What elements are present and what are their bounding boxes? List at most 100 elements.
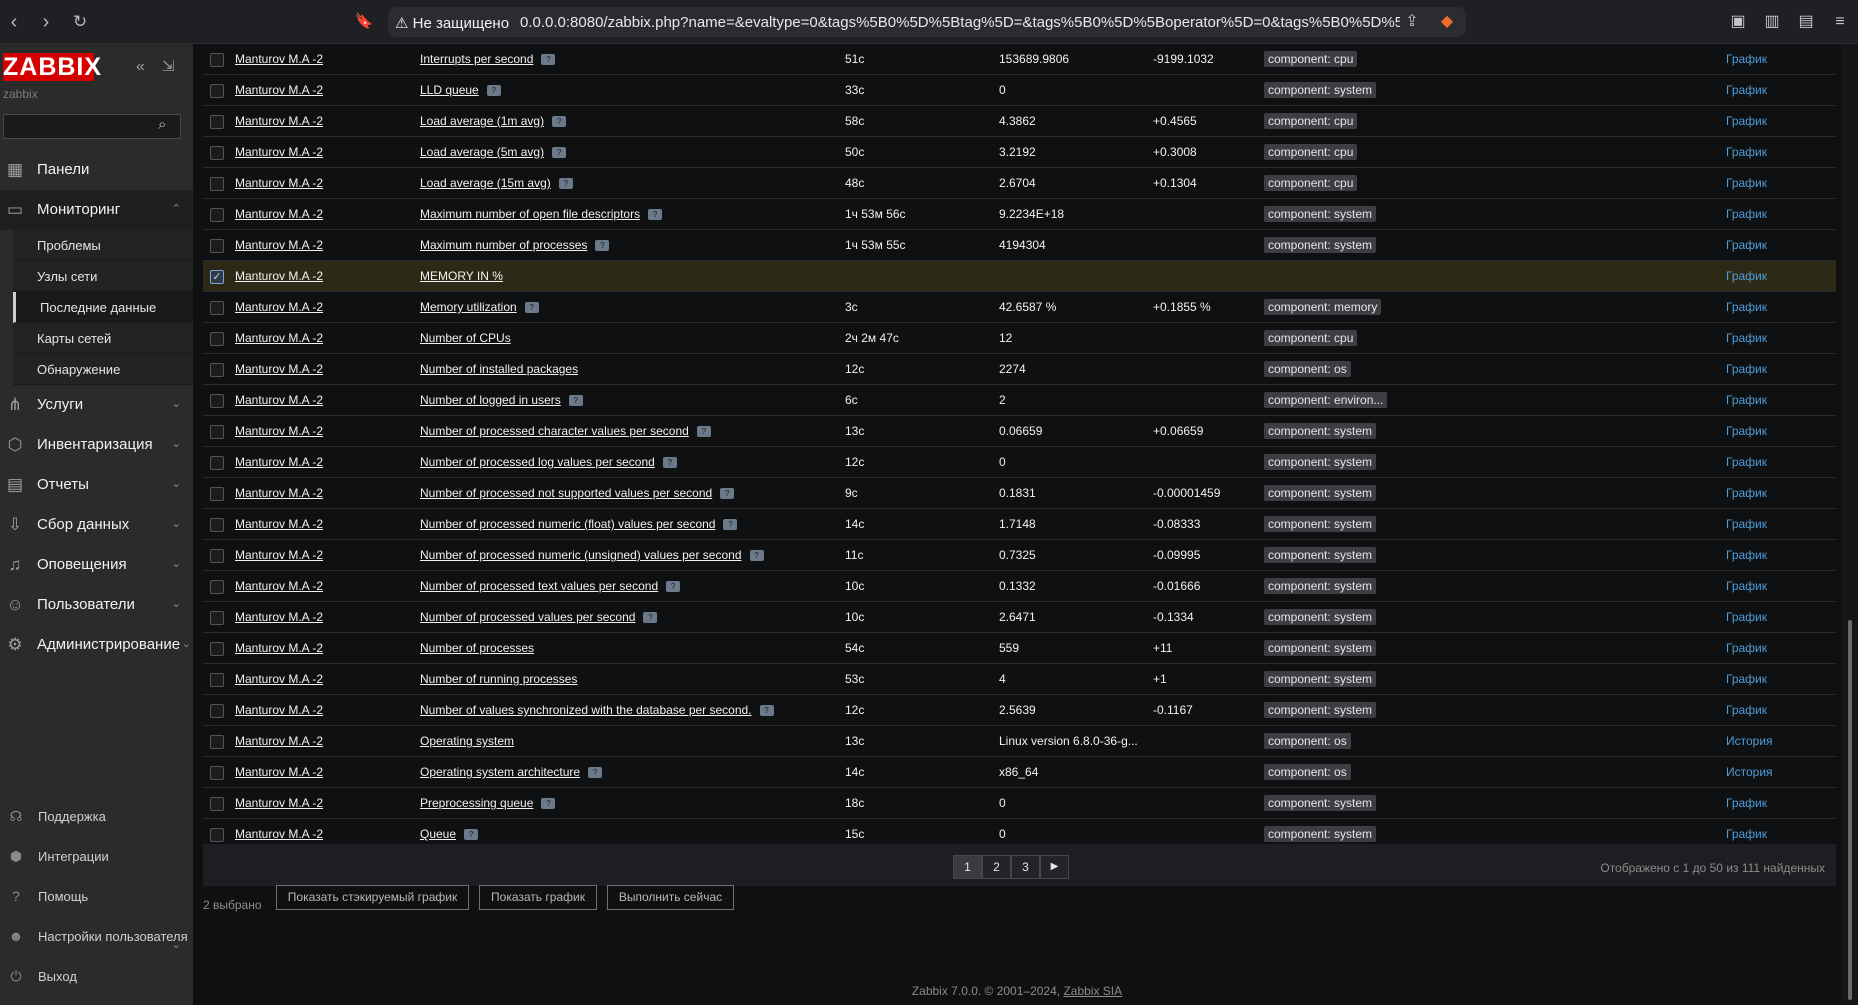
tag-badge[interactable]: component: system [1264, 206, 1377, 222]
host-link[interactable]: Manturov M.A -2 [235, 765, 323, 779]
row-checkbox[interactable] [210, 332, 224, 346]
host-link[interactable]: Manturov M.A -2 [235, 300, 323, 314]
item-name-link[interactable]: Number of processed log values per secon… [420, 455, 677, 469]
graph-link[interactable]: График [1726, 424, 1767, 438]
tag-badge[interactable]: component: system [1264, 702, 1377, 718]
graph-link[interactable]: График [1726, 517, 1767, 531]
help-icon[interactable]: ? [464, 829, 479, 840]
submenu-hosts[interactable]: Узлы сети [13, 261, 193, 292]
host-link[interactable]: Manturov M.A -2 [235, 362, 323, 376]
kiosk-mode-icon[interactable]: ⇲ [162, 57, 175, 75]
tag-badge[interactable]: component: system [1264, 609, 1377, 625]
graph-link[interactable]: График [1726, 114, 1767, 128]
item-name-link[interactable]: Number of processed numeric (unsigned) v… [420, 548, 764, 562]
item-name-link[interactable]: MEMORY IN % [420, 269, 503, 283]
help-icon[interactable]: ? [588, 767, 603, 778]
row-checkbox[interactable] [210, 239, 224, 253]
tag-badge[interactable]: component: system [1264, 547, 1377, 563]
wallet-icon[interactable]: ▤ [1796, 12, 1816, 32]
help-icon[interactable]: ? [541, 54, 556, 65]
graph-link[interactable]: График [1726, 176, 1767, 190]
submenu-latest-data[interactable]: Последние данные [13, 292, 193, 323]
tag-badge[interactable]: component: cpu [1264, 113, 1358, 129]
next-page-button[interactable]: ▶ [1040, 855, 1069, 879]
help-icon[interactable]: ? [749, 550, 764, 561]
graph-link[interactable]: График [1726, 486, 1767, 500]
help-icon[interactable]: ? [552, 147, 567, 158]
menu-monitoring[interactable]: ▭ Мониторинг ⌃ [0, 190, 193, 230]
tag-badge[interactable]: component: system [1264, 423, 1377, 439]
item-name-link[interactable]: Number of values synchronized with the d… [420, 703, 774, 717]
host-link[interactable]: Manturov M.A -2 [235, 796, 323, 810]
item-name-link[interactable]: Number of processed values per second? [420, 610, 658, 624]
zabbix-logo[interactable]: ZABBIX [3, 53, 101, 81]
bookmark-icon[interactable]: 🔖 [352, 10, 376, 34]
menu-alerts[interactable]: ♫ Оповещения ⌄ [0, 545, 193, 585]
item-name-link[interactable]: Queue? [420, 827, 479, 841]
tag-badge[interactable]: component: system [1264, 82, 1377, 98]
page-button-3[interactable]: 3 [1011, 855, 1040, 879]
item-name-link[interactable]: Number of processed text values per seco… [420, 579, 681, 593]
item-name-link[interactable]: Operating system architecture? [420, 765, 603, 779]
row-checkbox[interactable] [210, 549, 224, 563]
row-checkbox[interactable] [210, 487, 224, 501]
host-link[interactable]: Manturov M.A -2 [235, 827, 323, 841]
submenu-discovery[interactable]: Обнаружение [13, 354, 193, 385]
tag-badge[interactable]: component: cpu [1264, 175, 1358, 191]
menu-users[interactable]: ☺ Пользователи ⌄ [0, 585, 193, 625]
row-checkbox[interactable] [210, 115, 224, 129]
item-name-link[interactable]: Maximum number of open file descriptors? [420, 207, 663, 221]
item-name-link[interactable]: Memory utilization? [420, 300, 539, 314]
host-link[interactable]: Manturov M.A -2 [235, 610, 323, 624]
graph-link[interactable]: График [1726, 300, 1767, 314]
row-checkbox[interactable] [210, 797, 224, 811]
footer-logout[interactable]: ⏻ Выход [0, 960, 193, 994]
help-icon[interactable]: ? [568, 395, 583, 406]
tag-badge[interactable]: component: system [1264, 671, 1377, 687]
execute-now-button[interactable]: Выполнить сейчас [607, 885, 734, 910]
graph-link[interactable]: График [1726, 455, 1767, 469]
host-link[interactable]: Manturov M.A -2 [235, 145, 323, 159]
row-checkbox[interactable] [210, 673, 224, 687]
graph-link[interactable]: График [1726, 579, 1767, 593]
graph-link[interactable]: График [1726, 610, 1767, 624]
graph-link[interactable]: История [1726, 734, 1773, 748]
help-icon[interactable]: ? [552, 116, 567, 127]
stacked-graph-button[interactable]: Показать стэкируемый график [276, 885, 469, 910]
help-icon[interactable]: ? [662, 457, 677, 468]
host-link[interactable]: Manturov M.A -2 [235, 269, 323, 283]
host-link[interactable]: Manturov M.A -2 [235, 393, 323, 407]
tag-badge[interactable]: component: system [1264, 454, 1377, 470]
row-checkbox[interactable] [210, 425, 224, 439]
tag-badge[interactable]: component: system [1264, 826, 1377, 842]
item-name-link[interactable]: Operating system [420, 734, 514, 748]
graph-link[interactable]: График [1726, 641, 1767, 655]
page-button-1[interactable]: 1 [953, 855, 982, 879]
footer-integrations[interactable]: ⬢ Интеграции [0, 840, 193, 874]
tag-badge[interactable]: component: cpu [1264, 330, 1358, 346]
tag-badge[interactable]: component: system [1264, 795, 1377, 811]
back-icon[interactable]: ‹ [2, 10, 26, 34]
search-icon[interactable]: ⌕ [158, 116, 166, 133]
host-link[interactable]: Manturov M.A -2 [235, 331, 323, 345]
host-link[interactable]: Manturov M.A -2 [235, 672, 323, 686]
tag-badge[interactable]: component: memory [1264, 299, 1382, 315]
footer-user-settings[interactable]: ☻ Настройки пользователя ⌄ [0, 920, 193, 954]
row-checkbox[interactable] [210, 642, 224, 656]
row-checkbox[interactable] [210, 363, 224, 377]
graph-link[interactable]: График [1726, 238, 1767, 252]
host-link[interactable]: Manturov M.A -2 [235, 703, 323, 717]
menu-reports[interactable]: ▤ Отчеты ⌄ [0, 465, 193, 505]
graph-link[interactable]: График [1726, 393, 1767, 407]
row-checkbox[interactable] [210, 518, 224, 532]
row-checkbox[interactable] [210, 208, 224, 222]
graph-link[interactable]: График [1726, 331, 1767, 345]
tag-badge[interactable]: component: system [1264, 640, 1377, 656]
submenu-maps[interactable]: Карты сетей [13, 323, 193, 354]
graph-link[interactable]: График [1726, 207, 1767, 221]
show-graph-button[interactable]: Показать график [479, 885, 597, 910]
help-icon[interactable]: ? [524, 302, 539, 313]
host-link[interactable]: Manturov M.A -2 [235, 176, 323, 190]
item-name-link[interactable]: Number of installed packages [420, 362, 578, 376]
footer-link[interactable]: Zabbix SIA [1063, 984, 1122, 998]
